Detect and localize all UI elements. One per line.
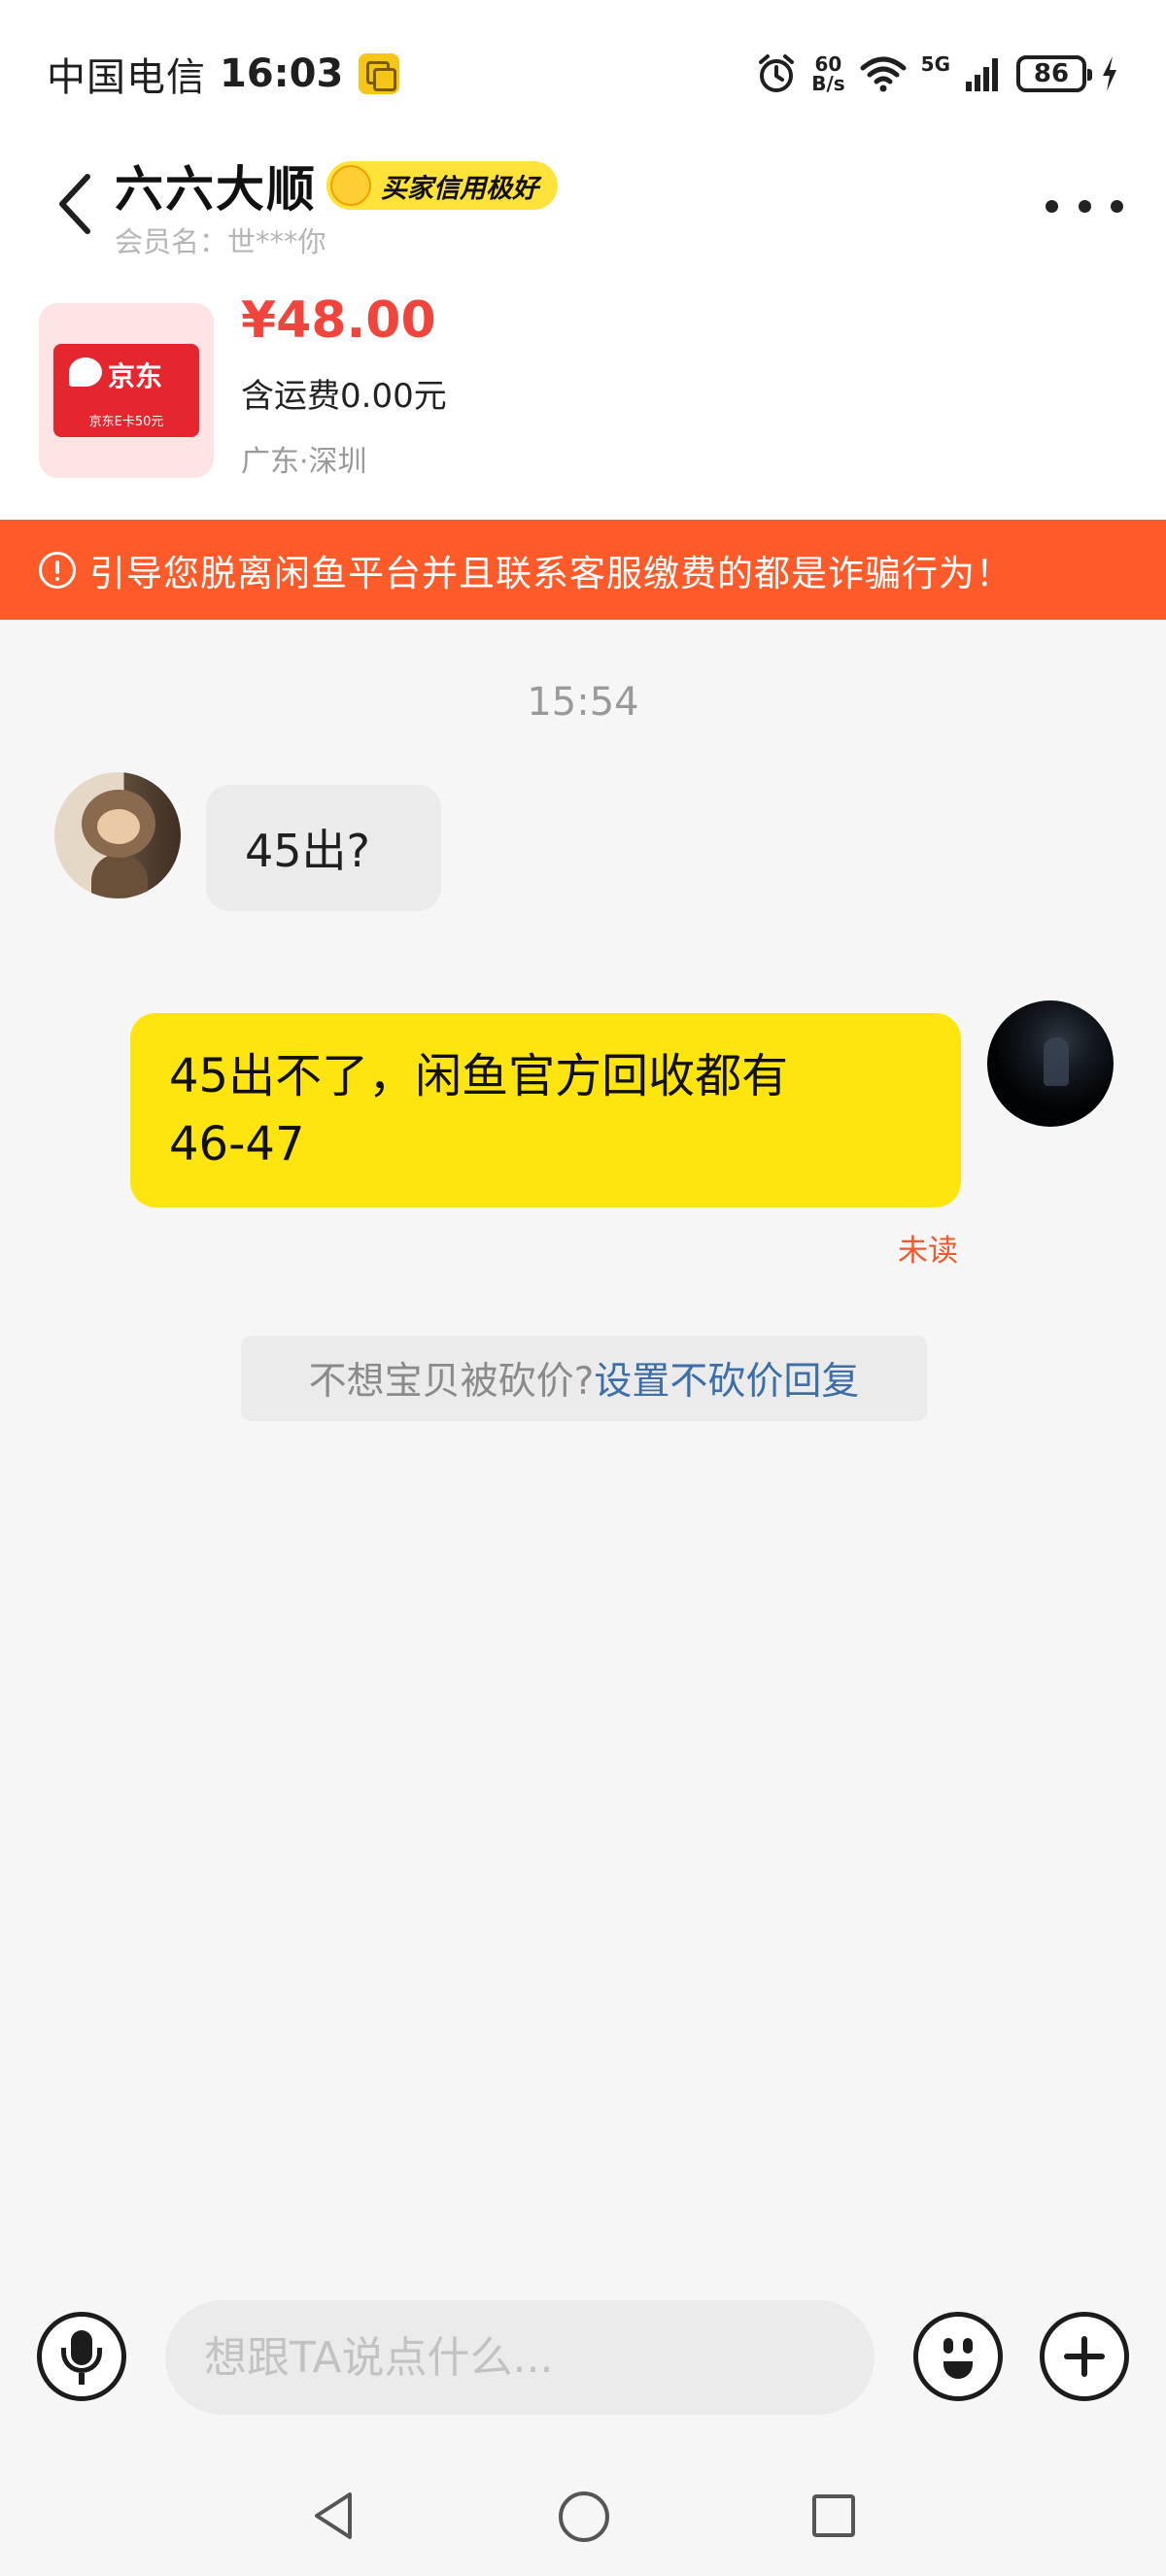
fraud-warning-bar: 引导您脱离闲鱼平台并且联系客服缴费的都是诈骗行为！ [0, 520, 1166, 620]
system-nav-bar [0, 2457, 1166, 2576]
microphone-icon[interactable] [37, 2312, 126, 2401]
gift-card-brand: 京东 [108, 360, 163, 392]
carrier-name: 中国电信 [47, 55, 206, 100]
chat-title: 六六大顺 买家信用极好 会员名：世***你 [115, 153, 558, 260]
seller-row: 六六大顺 买家信用极好 [115, 153, 558, 218]
network-speed-value: 60 [814, 52, 842, 76]
status-time: 16:03 [220, 51, 344, 96]
bargain-tip-text: 不想宝贝被砍价? [308, 1360, 595, 1404]
shipping-fee: 含运费0.00元 [241, 377, 447, 416]
plus-icon[interactable] [1040, 2312, 1129, 2401]
product-location: 广东·深圳 [241, 445, 367, 479]
chat-time-divider: 15:54 [527, 680, 639, 725]
nav-home-icon[interactable] [554, 2487, 612, 2545]
gift-card-caption: 京东E卡50元 [88, 415, 164, 429]
jd-gift-card-image: 京东 京东E卡50元 [53, 344, 199, 437]
status-bar-left: 中国电信 16:03 [47, 45, 400, 103]
more-icon[interactable] [1046, 177, 1123, 235]
message-text-line-2: 46-47 [169, 1117, 305, 1171]
network-speed: 60 B/s [811, 54, 844, 93]
seller-name[interactable]: 六六大顺 [115, 151, 317, 220]
product-thumbnail[interactable]: 京东 京东E卡50元 [39, 303, 214, 478]
message-bubble-incoming[interactable]: 45出? [206, 785, 441, 911]
product-price: ¥48.00 [241, 291, 436, 350]
credit-badge[interactable]: 买家信用极好 [326, 161, 558, 210]
jd-logo-icon [69, 357, 102, 387]
chat-header: 六六大顺 买家信用极好 会员名：世***你 [0, 146, 1166, 272]
emoji-icon[interactable] [913, 2312, 1003, 2401]
member-name: 会员名：世***你 [115, 225, 326, 258]
bargain-tip: 不想宝贝被砍价? 设置不砍价回复 [241, 1336, 927, 1421]
wifi-icon [860, 56, 907, 92]
my-avatar[interactable] [987, 1000, 1114, 1127]
set-no-bargain-reply-link[interactable]: 设置不砍价回复 [594, 1351, 859, 1406]
status-bar: 中国电信 16:03 60 B/s 5G 86 [0, 0, 1166, 146]
product-card[interactable]: 京东 京东E卡50元 ¥48.00 含运费0.00元 广东·深圳 [0, 272, 1166, 520]
signal-icon [966, 58, 998, 91]
credit-badge-label: 买家信用极好 [381, 173, 538, 204]
message-bubble-outgoing[interactable]: 45出不了，闲鱼官方回收都有 46-47 [130, 1013, 961, 1207]
nav-back-icon[interactable] [305, 2487, 363, 2545]
back-arrow-icon[interactable] [49, 165, 107, 243]
battery-icon: 86 [1016, 55, 1092, 92]
status-bar-right: 60 B/s 5G 86 [755, 45, 1119, 103]
network-speed-unit: B/s [811, 72, 845, 95]
battery-level: 86 [1033, 59, 1070, 88]
warning-text: 引导您脱离闲鱼平台并且联系客服缴费的都是诈骗行为！ [89, 552, 1012, 594]
nav-recent-apps-icon[interactable] [805, 2487, 863, 2545]
cool-face-icon [330, 165, 371, 206]
message-text-line-1: 45出不了，闲鱼官方回收都有 [169, 1049, 789, 1103]
network-type: 5G [920, 52, 950, 76]
app-notification-icon [359, 53, 400, 94]
message-text: 45出? [245, 825, 370, 877]
charging-icon [1103, 56, 1116, 91]
read-status: 未读 [898, 1234, 958, 1269]
message-input-bar [0, 2263, 1166, 2457]
alarm-icon [759, 54, 795, 92]
message-input[interactable] [165, 2300, 874, 2415]
alert-circle-icon [39, 551, 76, 589]
buyer-avatar[interactable] [54, 772, 181, 898]
